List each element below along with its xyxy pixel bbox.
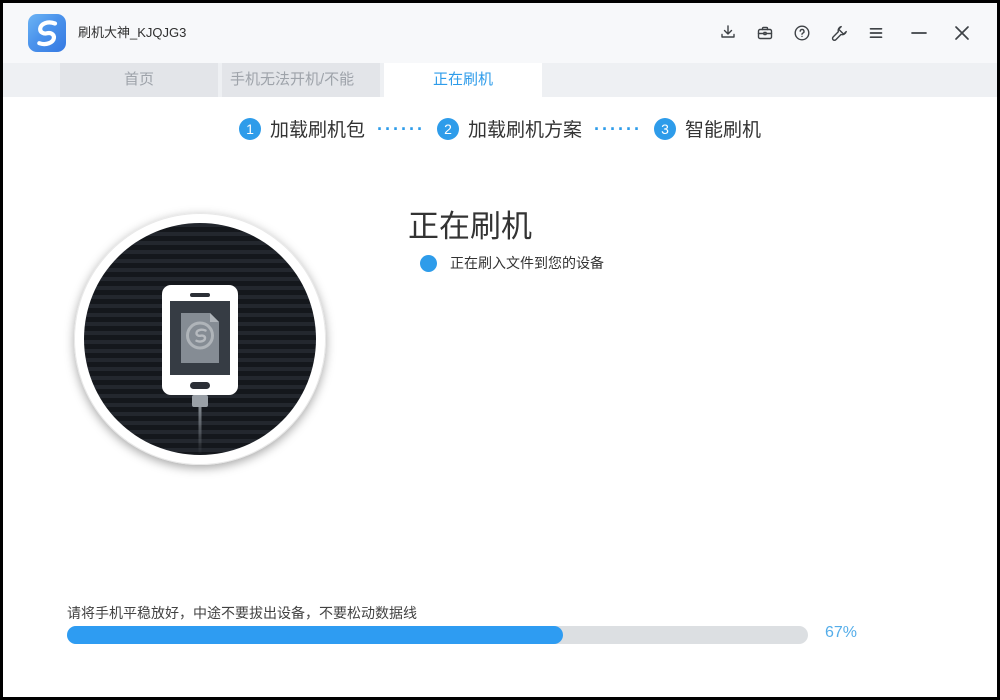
step-2-badge: 2 xyxy=(437,118,459,140)
help-icon[interactable] xyxy=(791,22,813,44)
step-2-label: 加载刷机方案 xyxy=(468,115,582,142)
wrench-icon[interactable] xyxy=(828,22,850,44)
status-text: 正在刷入文件到您的设备 xyxy=(450,253,604,273)
warning-text: 请将手机平稳放好，中途不要拔出设备，不要松动数据线 xyxy=(67,603,417,623)
step-1-label: 加载刷机包 xyxy=(270,115,365,142)
download-icon[interactable] xyxy=(717,22,739,44)
step-1: 1 加载刷机包 xyxy=(239,115,365,142)
usb-connector xyxy=(192,395,208,407)
tab-home[interactable]: 首页 xyxy=(60,63,218,97)
progress-bar-fill xyxy=(67,626,563,644)
tab-bar: 首页 手机无法开机/不能 正在刷机 xyxy=(3,63,997,97)
titlebar-icons xyxy=(717,3,973,63)
step-2: 2 加载刷机方案 xyxy=(437,115,582,142)
firmware-file-icon xyxy=(181,313,219,363)
close-button[interactable] xyxy=(951,22,973,44)
progress-bar-track xyxy=(67,626,808,644)
window-title: 刷机大神_KJQJG3 xyxy=(78,3,186,63)
phone-icon xyxy=(162,285,238,395)
step-1-badge: 1 xyxy=(239,118,261,140)
step-indicator: 1 加载刷机包 ······ 2 加载刷机方案 ······ 3 智能刷机 xyxy=(3,115,997,142)
step-3-badge: 3 xyxy=(654,118,676,140)
tab-flashing[interactable]: 正在刷机 xyxy=(384,63,542,97)
titlebar: 刷机大神_KJQJG3 xyxy=(3,3,997,63)
step-separator-dots: ······ xyxy=(594,119,642,139)
tab-phone-wont-boot[interactable]: 手机无法开机/不能 xyxy=(222,63,380,97)
menu-icon[interactable] xyxy=(865,22,887,44)
progress-percent-label: 67% xyxy=(825,624,857,642)
step-3: 3 智能刷机 xyxy=(654,115,761,142)
illustration-dark-circle xyxy=(84,223,316,455)
phone-screen xyxy=(170,301,230,375)
phone-home-button xyxy=(190,382,210,389)
status-row: 正在刷入文件到您的设备 xyxy=(420,253,604,273)
toolbox-icon[interactable] xyxy=(754,22,776,44)
step-separator-dots: ······ xyxy=(377,119,425,139)
minimize-button[interactable] xyxy=(908,22,930,44)
step-3-label: 智能刷机 xyxy=(685,115,761,142)
usb-cable xyxy=(199,407,202,455)
app-window: 刷机大神_KJQJG3 xyxy=(0,0,1000,700)
illustration-ring xyxy=(74,213,326,465)
status-dot-icon xyxy=(420,255,437,272)
app-logo xyxy=(28,14,66,52)
firmware-logo-icon xyxy=(184,320,216,357)
page-title: 正在刷机 xyxy=(408,201,532,246)
flashing-illustration xyxy=(74,213,326,465)
phone-speaker xyxy=(190,293,210,297)
app-logo-s-icon xyxy=(28,14,66,52)
